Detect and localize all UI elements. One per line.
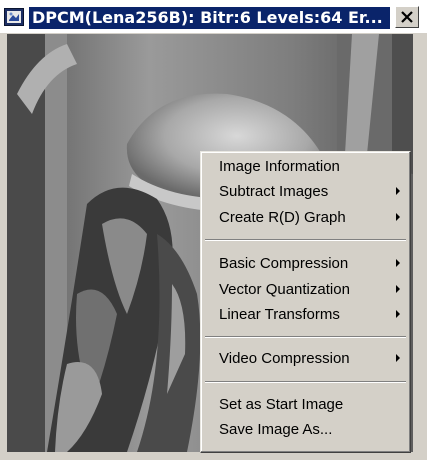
menu-item-label: Save Image As... xyxy=(219,421,333,438)
submenu-arrow-icon xyxy=(396,285,400,293)
menu-item-set-as-start-image[interactable]: Set as Start Image xyxy=(204,392,407,417)
menu-item-linear-transforms[interactable]: Linear Transforms xyxy=(204,302,407,327)
menu-item-label: Set as Start Image xyxy=(219,396,344,413)
menu-item-basic-compression[interactable]: Basic Compression xyxy=(204,251,407,276)
submenu-arrow-icon xyxy=(396,187,400,195)
title-bar[interactable]: DPCM(Lena256B): Bitr:6 Levels:64 Er... xyxy=(0,0,427,33)
menu-item-label: Basic Compression xyxy=(219,255,349,272)
application-icon[interactable] xyxy=(4,8,24,26)
menu-item-image-information[interactable]: Image Information xyxy=(204,154,407,179)
menu-item-label: Image Information xyxy=(219,158,340,175)
submenu-arrow-icon xyxy=(396,354,400,362)
window-title: DPCM(Lena256B): Bitr:6 Levels:64 Er... xyxy=(29,7,390,29)
menu-item-subtract-images[interactable]: Subtract Images xyxy=(204,179,407,204)
menu-item-video-compression[interactable]: Video Compression xyxy=(204,346,407,371)
image-window: DPCM(Lena256B): Bitr:6 Levels:64 Er... I… xyxy=(0,0,427,460)
menu-item-label: Video Compression xyxy=(219,350,350,367)
submenu-arrow-icon xyxy=(396,310,400,318)
context-menu: Image Information Subtract Images Create… xyxy=(200,151,411,453)
submenu-arrow-icon xyxy=(396,213,400,221)
menu-separator xyxy=(205,381,406,383)
close-button[interactable] xyxy=(395,6,419,28)
menu-item-label: Subtract Images xyxy=(219,183,329,200)
menu-item-vector-quantization[interactable]: Vector Quantization xyxy=(204,277,407,302)
menu-item-save-image-as[interactable]: Save Image As... xyxy=(204,417,407,442)
menu-item-create-rd-graph[interactable]: Create R(D) Graph xyxy=(204,205,407,230)
submenu-arrow-icon xyxy=(396,259,400,267)
close-icon xyxy=(401,11,413,23)
menu-separator xyxy=(205,239,406,241)
menu-item-label: Create R(D) Graph xyxy=(219,209,346,226)
menu-item-label: Vector Quantization xyxy=(219,281,350,298)
menu-item-label: Linear Transforms xyxy=(219,306,340,323)
menu-separator xyxy=(205,336,406,338)
